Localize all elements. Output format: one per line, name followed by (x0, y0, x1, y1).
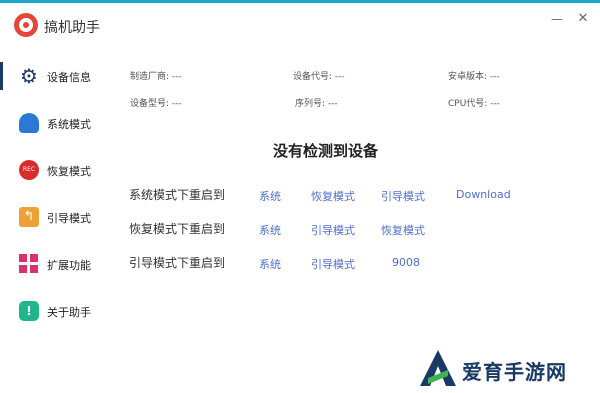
back-arrow-icon: ↰ (19, 207, 39, 227)
sidebar-item-about[interactable]: ! 关于助手 (0, 293, 110, 329)
watermark-logo-icon (420, 350, 456, 386)
title-bar: 搞机助手 — ✕ (0, 3, 600, 47)
reboot-row-label: 恢复模式下重启到 (129, 222, 226, 236)
sidebar-item-extensions[interactable]: 扩展功能 (0, 246, 110, 282)
reboot-link-bootloader[interactable]: 引导模式 (311, 222, 355, 238)
serial-number-value: 序列号: --- (295, 99, 338, 109)
reboot-link-system[interactable]: 系统 (259, 188, 281, 204)
close-button[interactable]: ✕ (574, 11, 592, 27)
app-title: 搞机助手 (44, 20, 100, 36)
sidebar-item-label: 系统模式 (47, 118, 91, 131)
sidebar-item-label: 关于助手 (47, 306, 91, 319)
sidebar-item-label: 引导模式 (47, 212, 91, 225)
reboot-row-label: 系统模式下重启到 (129, 188, 226, 202)
device-model-value: 设备型号: --- (130, 99, 182, 109)
sidebar-item-label: 扩展功能 (47, 259, 91, 272)
reboot-link-recovery[interactable]: 恢复模式 (311, 188, 355, 204)
sidebar-item-label: 设备信息 (47, 71, 91, 84)
reboot-link-9008[interactable]: 9008 (392, 256, 420, 269)
android-icon (19, 113, 39, 133)
app-logo-icon (14, 13, 38, 37)
sidebar-item-bootloader-mode[interactable]: ↰ 引导模式 (0, 199, 110, 235)
reboot-link-system[interactable]: 系统 (259, 256, 281, 272)
reboot-row-label: 引导模式下重启到 (129, 256, 226, 270)
gear-icon: ⚙ (20, 64, 38, 88)
reboot-link-recovery[interactable]: 恢复模式 (381, 222, 425, 238)
reboot-link-bootloader[interactable]: 引导模式 (381, 188, 425, 204)
reboot-link-bootloader[interactable]: 引导模式 (311, 256, 355, 272)
sidebar-item-label: 恢复模式 (47, 165, 91, 178)
sidebar-item-device-info[interactable]: ⚙ 设备信息 (0, 58, 110, 94)
device-code-value: 设备代号: --- (293, 72, 345, 82)
sidebar: ⚙ 设备信息 系统模式 REC 恢复模式 ↰ 引导模式 扩展功能 ! 关于助手 (0, 50, 110, 350)
sidebar-item-recovery-mode[interactable]: REC 恢复模式 (0, 152, 110, 188)
info-icon: ! (19, 301, 39, 321)
reboot-link-download[interactable]: Download (456, 188, 511, 201)
grid-icon (19, 254, 39, 274)
manufacturer-value: 制造厂商: --- (130, 72, 182, 82)
cpu-code-value: CPU代号: --- (448, 99, 500, 109)
sidebar-item-system-mode[interactable]: 系统模式 (0, 105, 110, 141)
watermark: 爱育手游网 (418, 348, 593, 388)
rec-icon: REC (19, 160, 39, 180)
minimize-button[interactable]: — (548, 11, 566, 27)
no-device-heading: 没有检测到设备 (273, 142, 379, 160)
reboot-link-system[interactable]: 系统 (259, 222, 281, 238)
android-version-value: 安卓版本: --- (448, 72, 500, 82)
watermark-text: 爱育手游网 (462, 360, 567, 384)
